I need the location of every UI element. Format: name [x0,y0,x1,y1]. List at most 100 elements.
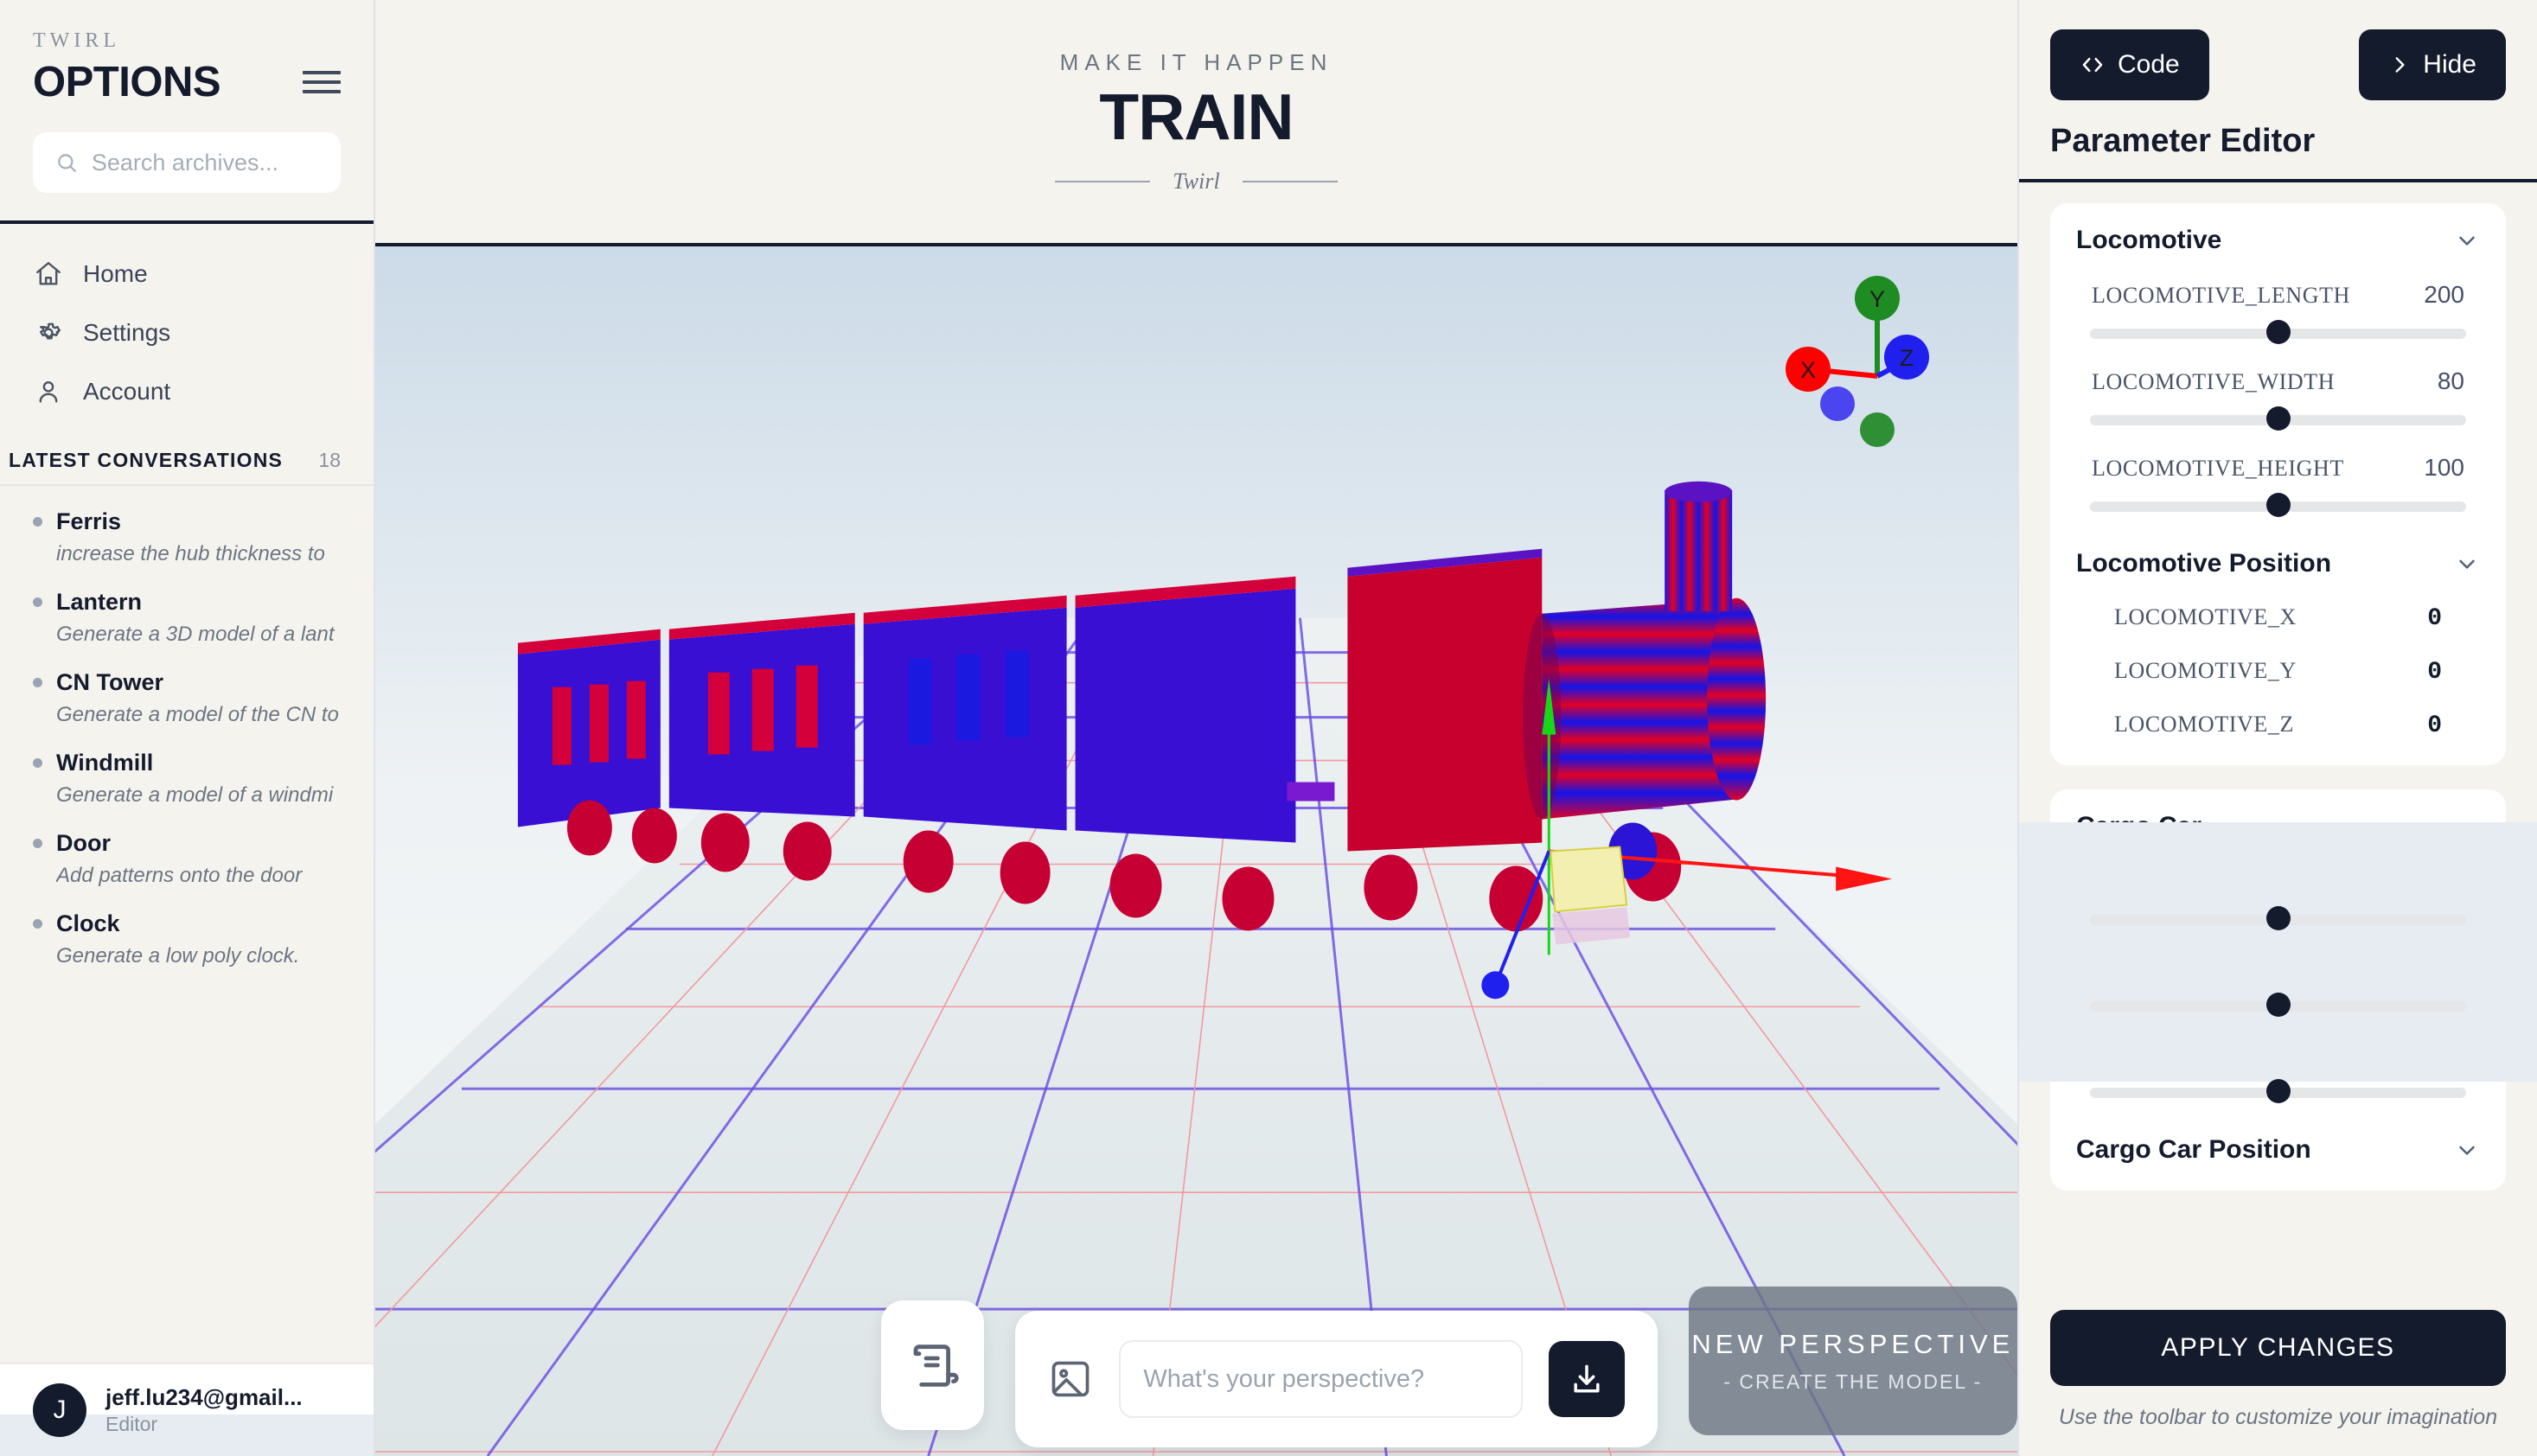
axis-gizmo[interactable]: Y X Z [1775,264,1939,463]
param-group-header-cargo-car-position[interactable]: Cargo Car Position [2076,1135,2480,1165]
axis-z-label: Z [1900,345,1914,371]
param-group-header[interactable]: Locomotive [2076,226,2480,255]
list-item[interactable]: CN Tower Generate a model of the CN to [0,659,374,739]
hide-button[interactable]: Hide [2359,29,2506,100]
page-title: TRAIN [1099,85,1293,150]
sidebar-item-account[interactable]: Account [0,362,374,421]
slider-knob[interactable] [2266,406,2291,431]
param-slider[interactable] [2090,409,2466,428]
sidebar-item-label: Home [83,260,148,288]
list-item[interactable]: Windmill Generate a model of a windmi [0,739,374,820]
sidebar-nav: Home Settings Account [0,224,374,430]
sidebar-item-settings[interactable]: Settings [0,303,374,362]
conversation-title: Door [56,830,111,857]
slider-knob[interactable] [2266,493,2291,517]
param-slider[interactable] [2090,1082,2466,1101]
param-row: LOCOMOTIVE_HEIGHT 100 [2076,454,2480,482]
image-icon[interactable] [1048,1357,1093,1402]
param-cargo-width: CARGO_WIDTH 70 [2076,954,2480,1014]
param-slider[interactable] [2090,909,2466,928]
viewport-3d[interactable]: Y X Z [375,246,2017,1456]
chevron-down-icon[interactable] [2454,551,2480,577]
param-group-name: Cargo Car [2076,812,2202,841]
apply-changes-button[interactable]: APPLY CHANGES [2050,1310,2506,1386]
chevron-down-icon[interactable] [2454,1137,2480,1163]
header-eyebrow: MAKE IT HAPPEN [1060,49,1333,76]
code-button[interactable]: Code [2050,29,2209,100]
axis-neg-y-handle [1860,412,1895,447]
slider-knob[interactable] [2266,320,2291,344]
conversation-list: Ferris increase the hub thickness to Lan… [0,486,374,1363]
param-cargo-length: CARGO_LENGTH 150 [2076,867,2480,928]
param-row: LOCOMOTIVE_LENGTH 200 [2076,281,2480,309]
chevron-down-icon[interactable] [2454,227,2480,253]
profile-role: Editor [105,1413,303,1436]
param-value: 200 [2424,281,2464,309]
param-label: LOCOMOTIVE_Y [2114,658,2297,684]
list-item[interactable]: Door Add patterns onto the door [0,820,374,900]
list-item[interactable]: Clock Generate a low poly clock. [0,900,374,980]
conversation-title-row: Ferris [33,508,341,535]
code-button-label: Code [2118,50,2180,80]
section-title: LATEST CONVERSATIONS [9,449,283,472]
sidebar-item-label: Settings [83,319,170,347]
search-input[interactable] [92,150,318,176]
bullet-icon [33,839,42,848]
param-locomotive-height: LOCOMOTIVE_HEIGHT 100 [2076,454,2480,514]
bullet-icon [33,678,42,687]
rule-right [1243,181,1338,182]
hamburger-icon[interactable] [303,67,341,97]
param-locomotive-x[interactable]: LOCOMOTIVE_X 0 [2076,604,2480,632]
header-subtitle: Twirl [1173,169,1219,195]
param-locomotive-y[interactable]: LOCOMOTIVE_Y 0 [2076,658,2480,686]
new-perspective-button[interactable]: NEW PERSPECTIVE - CREATE THE MODEL - [1689,1287,2017,1435]
param-group-header-locomotive-position[interactable]: Locomotive Position [2076,549,2480,578]
page-header: MAKE IT HAPPEN TRAIN Twirl [375,0,2017,246]
param-label: CARGO_HEIGHT [2092,1042,2272,1068]
param-slider[interactable] [2090,322,2466,342]
hamburger-line [303,80,341,84]
app-root: TWIRL OPTIONS [0,0,2537,1456]
param-value: 70 [2438,954,2464,981]
axis-neg-x-handle [1820,386,1855,421]
home-icon [33,259,64,290]
slider-knob[interactable] [2266,906,2291,930]
slider-knob[interactable] [2266,1079,2291,1103]
gear-icon [33,317,64,348]
script-button[interactable] [881,1300,984,1430]
user-profile[interactable]: J jeff.lu234@gmail... Editor [0,1363,374,1456]
footer-note: Use the toolbar to customize your imagin… [2050,1405,2506,1430]
list-item[interactable]: Ferris increase the hub thickness to [0,498,374,578]
conversation-title: Ferris [56,508,121,535]
scene-render [375,246,2017,1456]
param-value: 0 [2427,659,2442,686]
axis-x-label: X [1800,357,1816,383]
param-slider[interactable] [2090,995,2466,1014]
prompt-input[interactable] [1119,1340,1522,1418]
param-value: 80 [2438,367,2464,395]
param-locomotive-z[interactable]: LOCOMOTIVE_Z 0 [2076,712,2480,739]
latest-conversations-header: LATEST CONVERSATIONS 18 [0,430,374,486]
panel-body[interactable]: Locomotive LOCOMOTIVE_LENGTH 200 [2019,182,2537,1287]
slider-knob[interactable] [2266,993,2291,1017]
sidebar-item-label: Account [83,378,170,406]
brand-row: OPTIONS [33,58,341,106]
hamburger-line [303,71,341,74]
chevron-down-icon[interactable] [2454,814,2480,840]
list-item[interactable]: Lantern Generate a 3D model of a lant [0,578,374,659]
bullet-icon [33,597,42,607]
search-box[interactable] [33,132,341,193]
param-cargo-height: CARGO_HEIGHT 80 [2076,1040,2480,1101]
conversation-title: Clock [56,910,120,937]
param-label: LOCOMOTIVE_WIDTH [2092,369,2335,395]
param-row: CARGO_HEIGHT 80 [2076,1040,2480,1068]
new-perspective-label: NEW PERSPECTIVE [1691,1329,2014,1360]
sidebar-item-home[interactable]: Home [0,245,374,303]
conversation-preview: Generate a low poly clock. [56,944,341,968]
panel-title: Parameter Editor [2050,123,2506,160]
param-group-header[interactable]: Cargo Car [2076,812,2480,841]
profile-text: jeff.lu234@gmail... Editor [105,1384,303,1436]
param-slider[interactable] [2090,495,2466,514]
download-button[interactable] [1549,1341,1625,1417]
parameter-editor-panel: Code Hide Parameter Editor Locomotive [2017,0,2537,1456]
